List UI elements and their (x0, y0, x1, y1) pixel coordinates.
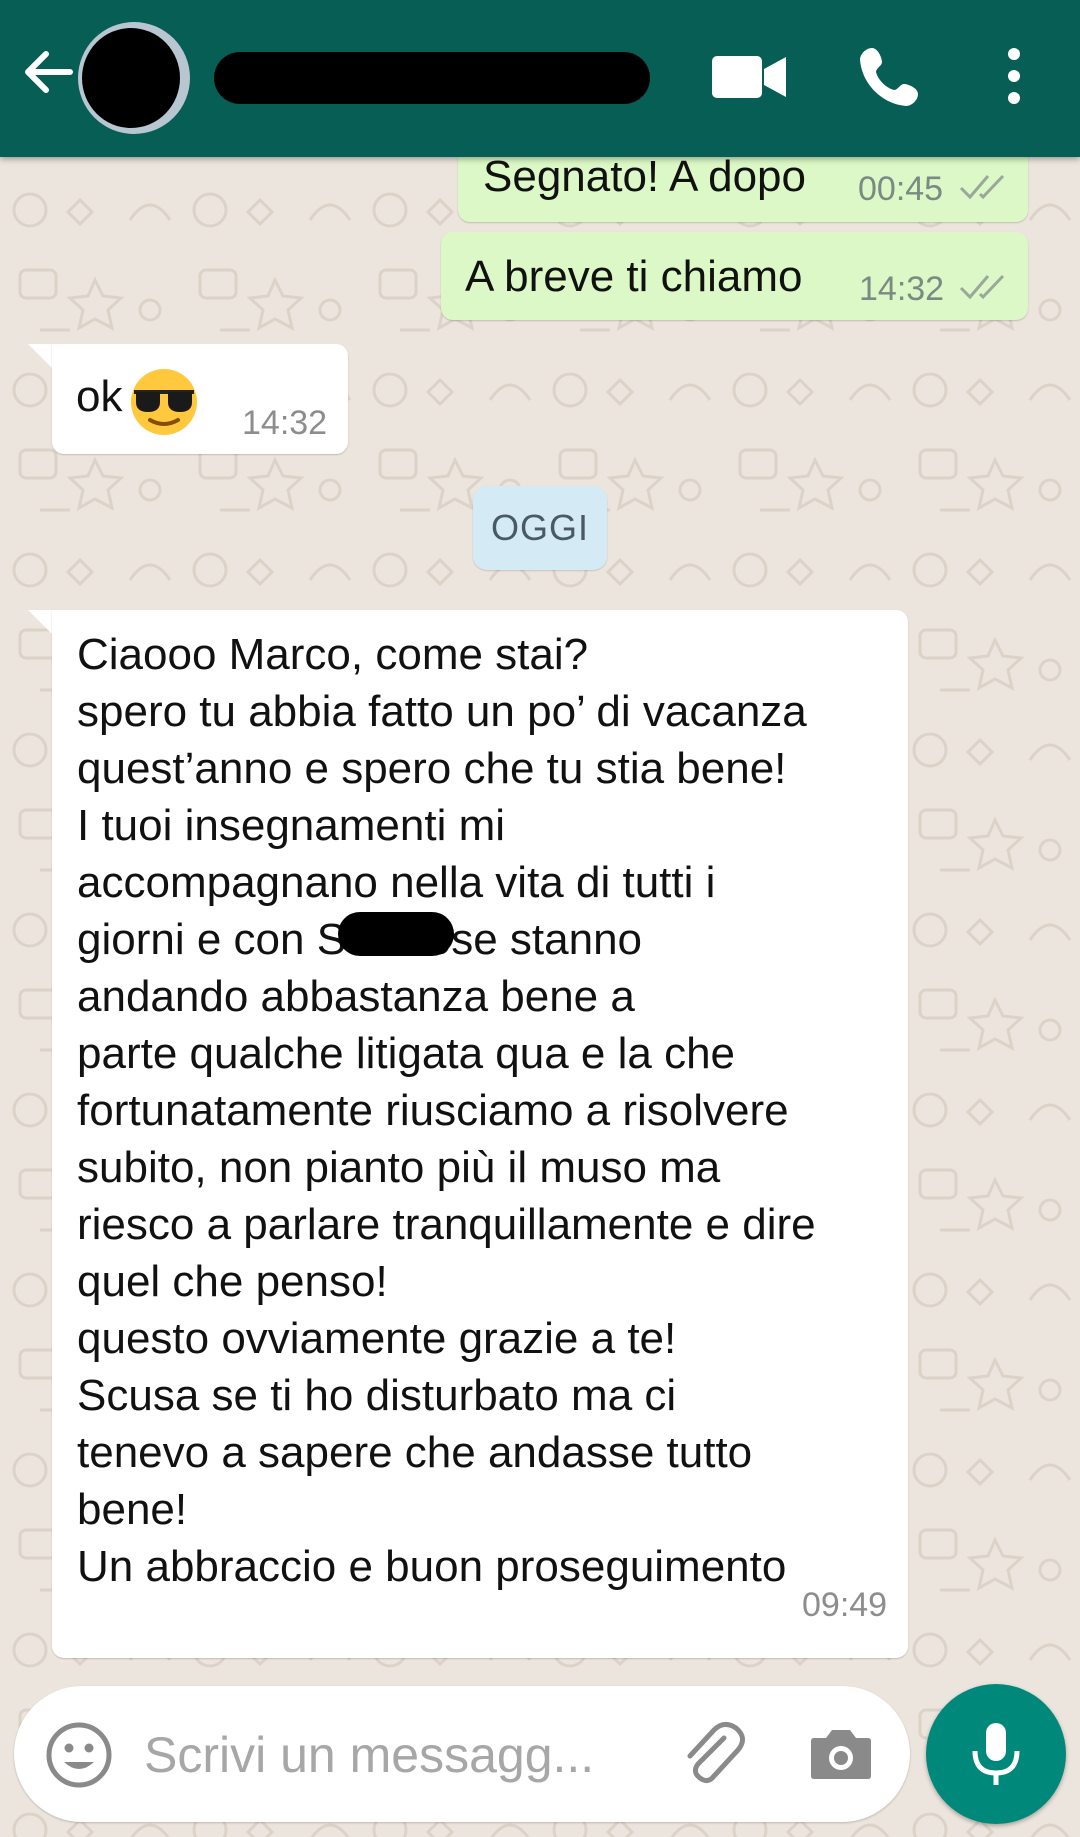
phone-icon[interactable] (858, 44, 922, 108)
message-time: 09:49 (802, 1586, 888, 1624)
contact-name[interactable] (214, 40, 654, 110)
mic-button[interactable] (926, 1684, 1066, 1824)
incoming-message[interactable]: ok 14:32 (52, 344, 348, 454)
incoming-message[interactable]: Ciaooo Marco, come stai? spero tu abbia … (52, 610, 908, 1658)
message-text: Ciaooo Marco, come stai? spero tu abbia … (77, 630, 816, 1591)
date-divider: OGGI (473, 486, 607, 570)
chat-header (0, 0, 1080, 157)
message-text: A breve ti chiamo (465, 252, 803, 301)
more-options-icon[interactable] (996, 44, 1032, 108)
redacted-name-mark (338, 912, 454, 956)
contact-avatar[interactable] (78, 22, 190, 134)
camera-icon[interactable] (808, 1720, 874, 1786)
read-ticks-icon (959, 274, 1005, 300)
emoji-icon[interactable] (44, 1720, 114, 1790)
read-ticks-icon (959, 174, 1005, 200)
outgoing-message[interactable]: A breve ti chiamo 14:32 (441, 232, 1028, 320)
attach-icon[interactable] (674, 1716, 750, 1792)
message-time: 00:45 (858, 170, 944, 208)
message-time: 14:32 (859, 270, 945, 308)
mic-icon (972, 1723, 1020, 1785)
back-arrow-icon[interactable] (18, 42, 78, 102)
sunglasses-emoji-icon (131, 369, 197, 435)
redacted-name-mark (214, 52, 650, 104)
message-text: ok (76, 372, 123, 421)
video-call-icon[interactable] (710, 52, 788, 102)
message-time: 14:32 (242, 404, 328, 442)
message-input[interactable]: Scrivi un messagg... (144, 1726, 594, 1784)
message-input-bar: Scrivi un messagg... (14, 1686, 910, 1822)
